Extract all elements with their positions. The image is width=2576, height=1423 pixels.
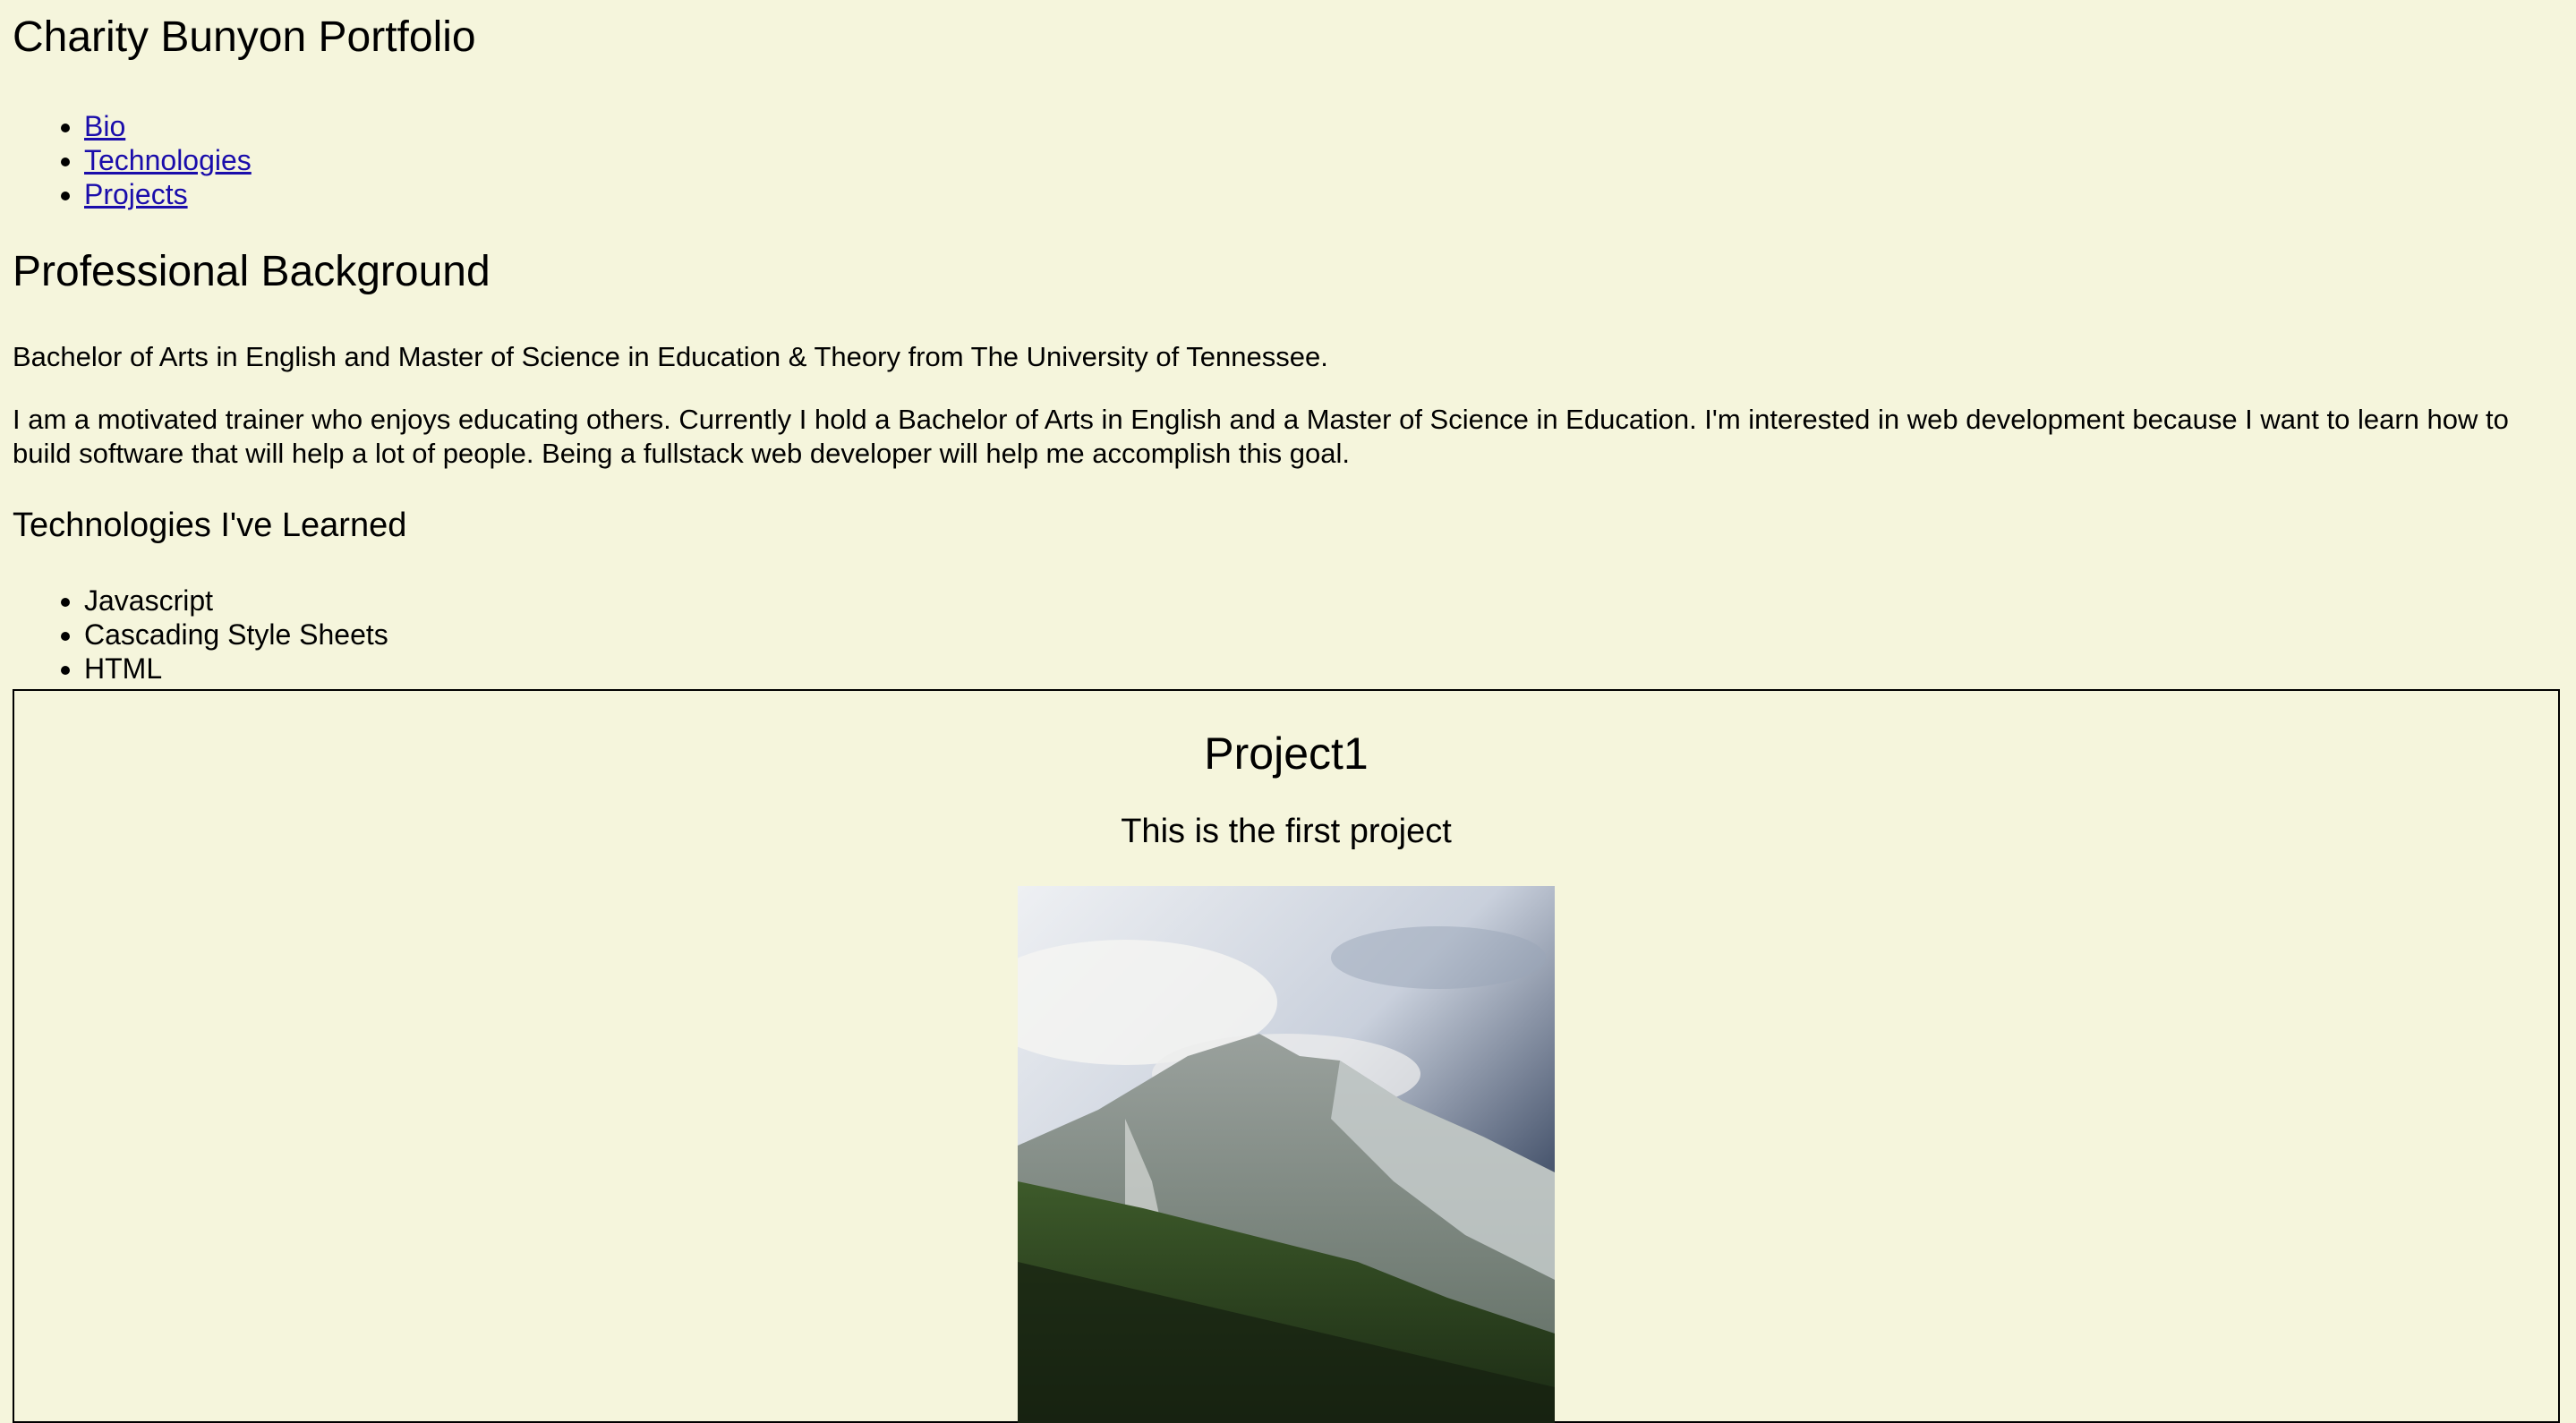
project-title: Project1 (1204, 729, 1369, 779)
bio-about: I am a motivated trainer who enjoys educ… (13, 404, 2509, 469)
nav-list: Bio Technologies Projects (13, 109, 2563, 211)
nav-link-bio[interactable]: Bio (84, 110, 125, 142)
nav-item-projects: Projects (84, 177, 2563, 211)
technology-item: HTML (84, 652, 2563, 686)
technologies-heading: Technologies I've Learned (13, 507, 407, 544)
project-card: Project1 This is the first project (13, 689, 2560, 1423)
site-title: Charity Bunyon Portfolio (13, 13, 476, 61)
page: Charity Bunyon Portfolio Bio Technologie… (13, 0, 2563, 686)
nav-item-technologies: Technologies (84, 143, 2563, 177)
nav-item-bio: Bio (84, 109, 2563, 143)
nav-link-projects[interactable]: Projects (84, 178, 188, 210)
mountain-photo-icon (1018, 886, 1555, 1423)
technologies-list: Javascript Cascading Style Sheets HTML (13, 584, 2563, 686)
nav-link-technologies[interactable]: Technologies (84, 144, 252, 176)
project-description: This is the first project (1121, 813, 1452, 850)
bio-degrees: Bachelor of Arts in English and Master o… (13, 341, 1328, 372)
technology-item: Cascading Style Sheets (84, 618, 2563, 652)
bio-heading: Professional Background (13, 248, 490, 295)
technology-item: Javascript (84, 584, 2563, 618)
